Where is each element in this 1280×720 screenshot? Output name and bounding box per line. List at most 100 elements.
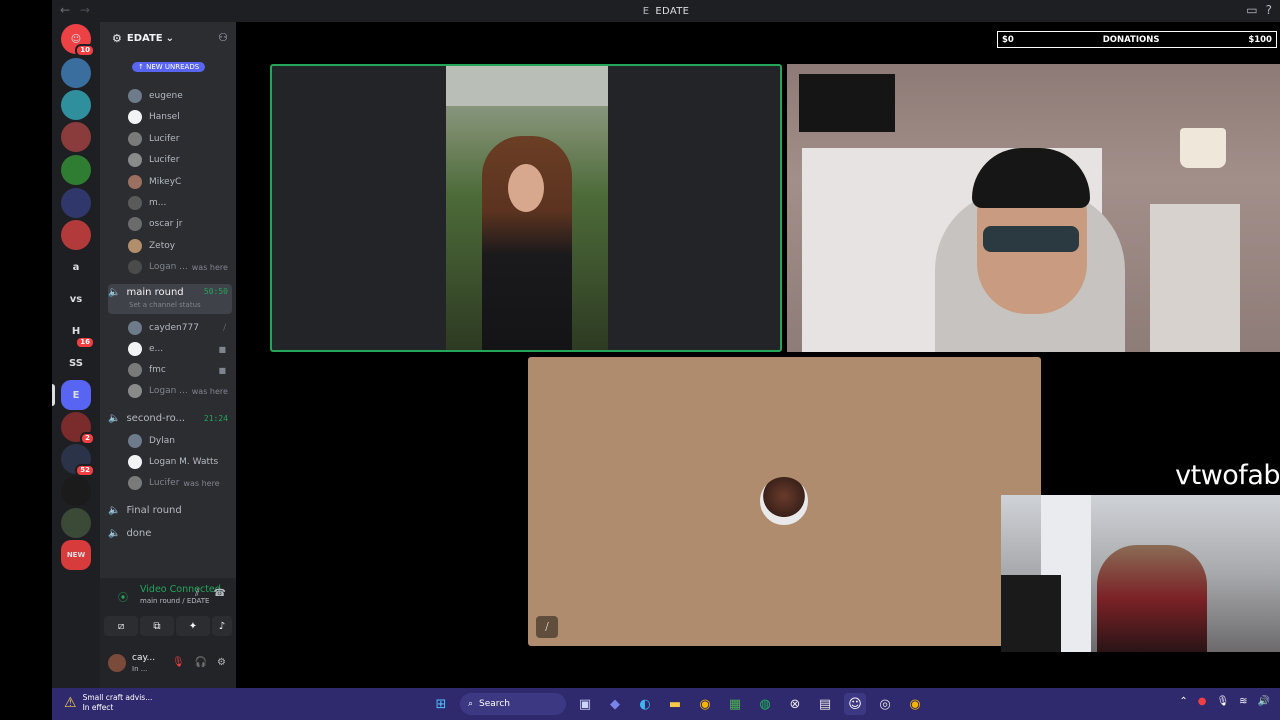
voice-member[interactable]: m... bbox=[128, 193, 232, 213]
voice-member[interactable]: Zetoy bbox=[128, 236, 232, 256]
microphone-icon[interactable]: 🎙 bbox=[1216, 696, 1229, 707]
voice-member[interactable]: Lucifer was here bbox=[128, 473, 232, 493]
discord-taskbar-icon[interactable]: ☺ bbox=[844, 693, 866, 715]
mention-badge: 52 bbox=[75, 464, 95, 477]
tray-app-icon[interactable]: ● bbox=[1198, 696, 1207, 707]
spotify-icon[interactable]: ◍ bbox=[754, 693, 776, 715]
inbox-icon[interactable]: ▭ bbox=[1246, 3, 1257, 17]
server-14[interactable] bbox=[61, 476, 91, 506]
server-initials: NEW bbox=[66, 551, 86, 559]
camera-off-button[interactable]: ⧄ bbox=[104, 616, 138, 636]
voice-member[interactable]: Lucifer bbox=[128, 150, 232, 170]
voice-member[interactable]: Logan ... was here bbox=[128, 381, 232, 401]
selected-server-indicator bbox=[52, 384, 55, 406]
voice-channel[interactable]: 🔈 second-ro... 21:24 bbox=[108, 408, 232, 428]
new-unreads-pill[interactable]: ↑ NEW UNREADS bbox=[132, 62, 206, 72]
voice-member[interactable]: MikeyC bbox=[128, 172, 232, 192]
start-icon[interactable]: ⊞ bbox=[430, 693, 452, 715]
wifi-icon[interactable]: ≋ bbox=[1239, 696, 1247, 707]
voice-member[interactable]: eugene bbox=[128, 86, 232, 106]
gear-icon[interactable]: ⚙ bbox=[217, 657, 226, 668]
teams-icon[interactable]: ◆ bbox=[604, 693, 626, 715]
server-13[interactable]: 52 bbox=[61, 444, 95, 477]
server-8[interactable]: vs bbox=[61, 284, 91, 314]
voice-member[interactable]: e... ■ bbox=[128, 339, 232, 359]
voice-member[interactable]: Dylan bbox=[128, 431, 232, 451]
invite-people-icon[interactable]: ⚇ bbox=[218, 31, 228, 44]
server-9[interactable]: H 16 bbox=[61, 316, 95, 349]
taskbar-search[interactable]: ⌕ Search bbox=[460, 693, 566, 715]
screen-share-button[interactable]: ⧉ bbox=[140, 616, 174, 636]
voice-member[interactable]: Logan ... was here bbox=[128, 257, 232, 277]
server-initials: vs bbox=[69, 293, 83, 305]
chrome-icon[interactable]: ◉ bbox=[694, 693, 716, 715]
soundboard-icon: ♪ bbox=[218, 620, 226, 632]
avatar bbox=[128, 342, 142, 356]
back-icon[interactable]: ← bbox=[60, 3, 70, 17]
member-name: Dylan bbox=[149, 436, 175, 446]
voice-member[interactable]: fmc ■ bbox=[128, 360, 232, 380]
user-name[interactable]: cay... bbox=[132, 653, 155, 663]
direct-messages-button[interactable]: ☺ 10 bbox=[61, 24, 95, 57]
porch-ceiling bbox=[446, 66, 608, 106]
voice-member[interactable]: Lucifer bbox=[128, 129, 232, 149]
member-name: Zetoy bbox=[149, 241, 176, 251]
mention-badge: 2 bbox=[80, 432, 95, 445]
volume-icon[interactable]: 🔊 bbox=[1258, 696, 1270, 707]
server-7[interactable]: a bbox=[61, 252, 91, 282]
voice-channel[interactable]: 🔈 done bbox=[108, 523, 232, 543]
voice-member[interactable]: cayden777 ⧸ bbox=[128, 318, 232, 338]
server-initials: a bbox=[72, 261, 80, 273]
soundboard-button[interactable]: ♪ bbox=[212, 616, 232, 636]
server-header[interactable]: ⚙ EDATE ⌄ ⚇ bbox=[100, 22, 236, 54]
video-tile[interactable] bbox=[787, 64, 1280, 352]
server-11[interactable]: E bbox=[61, 380, 91, 410]
help-icon[interactable]: ? bbox=[1266, 3, 1272, 17]
signal-icon[interactable]: ⦿ bbox=[118, 589, 128, 604]
member-name: m... bbox=[149, 198, 167, 208]
avatar bbox=[128, 434, 142, 448]
minecraft-icon[interactable]: ▦ bbox=[724, 693, 746, 715]
voice-channel[interactable]: 🔈 main round 50:50 Set a channel status bbox=[108, 284, 232, 314]
weather-widget[interactable]: ⚠ Small craft advis... In effect bbox=[64, 693, 152, 713]
voice-channel[interactable]: 🔈 Final round bbox=[108, 500, 232, 520]
user-avatar[interactable] bbox=[108, 654, 126, 672]
server-12[interactable]: 2 bbox=[61, 412, 95, 445]
settings-icon: ⚙ bbox=[112, 31, 122, 45]
obs-icon[interactable]: ◎ bbox=[874, 693, 896, 715]
server-1[interactable] bbox=[61, 58, 91, 88]
server-6[interactable] bbox=[61, 220, 91, 250]
voice-member[interactable]: Logan M. Watts bbox=[128, 452, 232, 472]
forward-icon[interactable]: → bbox=[80, 3, 90, 17]
voice-member[interactable]: oscar jr bbox=[128, 214, 232, 234]
channel-name: Final round bbox=[126, 504, 182, 516]
headphones-icon[interactable]: 🎧 bbox=[195, 657, 207, 668]
server-3[interactable] bbox=[61, 122, 91, 152]
participant-sunglasses bbox=[983, 226, 1079, 252]
edge-icon[interactable]: ◐ bbox=[634, 693, 656, 715]
server-2[interactable] bbox=[61, 90, 91, 120]
channel-status[interactable]: Set a channel status bbox=[129, 301, 201, 309]
voice-member[interactable]: Hansel bbox=[128, 107, 232, 127]
server-10[interactable]: SS bbox=[61, 348, 91, 378]
activities-button[interactable]: ✦ bbox=[176, 616, 210, 636]
mic-muted-icon[interactable]: 🎙 bbox=[172, 657, 185, 668]
activities-icon: ✦ bbox=[188, 620, 198, 632]
chrome-icon-2[interactable]: ◉ bbox=[904, 693, 926, 715]
donations-label: DONATIONS bbox=[1102, 34, 1160, 45]
store-icon[interactable]: ▤ bbox=[814, 693, 836, 715]
file-explorer-icon[interactable]: ▬ bbox=[664, 693, 686, 715]
server-5[interactable] bbox=[61, 188, 91, 218]
server-16[interactable]: NEW bbox=[61, 540, 91, 570]
chevron-up-icon[interactable]: ⌃ bbox=[1179, 696, 1187, 707]
task-view-icon[interactable]: ▣ bbox=[574, 693, 596, 715]
server-4[interactable] bbox=[61, 155, 91, 185]
xbox-icon[interactable]: ⊗ bbox=[784, 693, 806, 715]
video-tile-speaking[interactable] bbox=[270, 64, 782, 352]
avatar bbox=[128, 132, 142, 146]
video-tile-avatar-only[interactable]: ⧸ bbox=[528, 357, 1041, 646]
noise-suppression-icon[interactable]: ⫽ bbox=[195, 588, 199, 599]
donations-min: $0 bbox=[1002, 34, 1014, 45]
server-15[interactable] bbox=[61, 508, 91, 538]
disconnect-icon[interactable]: ☎ bbox=[214, 588, 226, 599]
